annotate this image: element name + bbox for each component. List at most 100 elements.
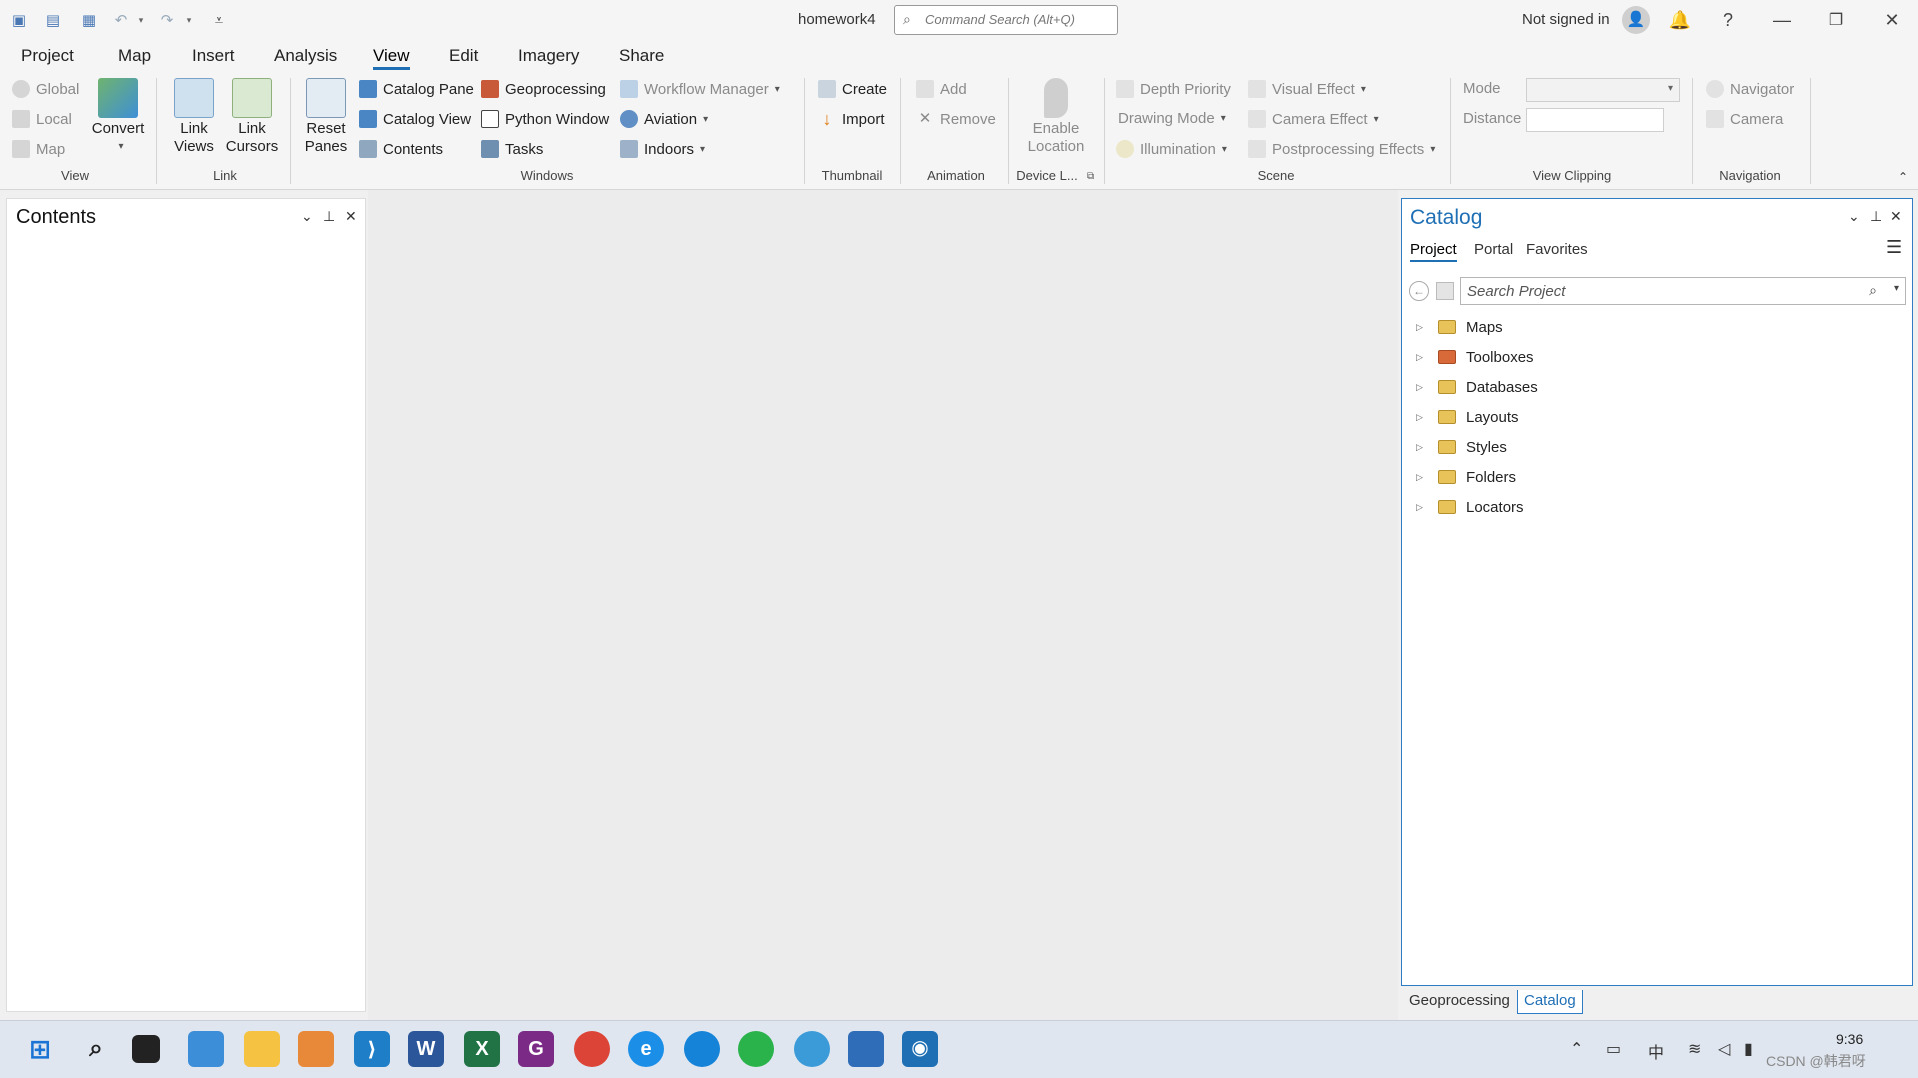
app-icon[interactable] xyxy=(298,1031,334,1067)
indoors-button[interactable]: Indoors ▾ xyxy=(620,140,705,158)
search-icon[interactable]: ⌕ xyxy=(78,1031,114,1067)
avatar[interactable]: 👤 xyxy=(1622,6,1650,34)
catalog-item-databases[interactable]: ▷ Databases xyxy=(1416,375,1538,399)
illumination-button[interactable]: Illumination ▾ xyxy=(1116,140,1227,158)
word-icon[interactable]: W xyxy=(408,1031,444,1067)
command-search-input[interactable]: ⌕ Command Search (Alt+Q) xyxy=(894,5,1118,35)
map-view-area[interactable] xyxy=(368,190,1398,1020)
close-icon[interactable]: ✕ xyxy=(345,208,357,225)
hamburger-menu-icon[interactable]: ☰ xyxy=(1886,237,1902,258)
collapse-ribbon-icon[interactable]: ⌃ xyxy=(1898,170,1908,184)
geoprocessing-button[interactable]: Geoprocessing xyxy=(481,80,606,98)
tab-map[interactable]: Map xyxy=(118,46,151,66)
tab-imagery[interactable]: Imagery xyxy=(518,46,579,66)
help-icon[interactable]: ? xyxy=(1710,4,1746,36)
pane-options-chevron-icon[interactable]: ⌄ xyxy=(301,208,313,225)
chat-app-icon[interactable] xyxy=(794,1031,830,1067)
pin-icon[interactable]: ⊥ xyxy=(1870,208,1882,225)
sign-in-status[interactable]: Not signed in xyxy=(1522,11,1610,28)
local-button[interactable]: Local xyxy=(12,110,72,128)
chrome-icon[interactable] xyxy=(574,1031,610,1067)
add-animation-button[interactable]: Add xyxy=(916,80,967,98)
catalog-item-folders[interactable]: ▷ Folders xyxy=(1416,465,1516,489)
tab-view[interactable]: View xyxy=(373,46,410,70)
redo-dropdown-icon[interactable]: ▾ xyxy=(178,9,200,31)
catalog-view-button[interactable]: Catalog View xyxy=(359,110,471,128)
notifications-bell-icon[interactable]: 🔔 xyxy=(1662,4,1698,36)
restore-button[interactable]: ❐ xyxy=(1818,4,1854,36)
tab-analysis[interactable]: Analysis xyxy=(274,46,337,66)
expand-arrow-icon[interactable]: ▷ xyxy=(1416,502,1430,513)
expand-arrow-icon[interactable]: ▷ xyxy=(1416,472,1430,483)
enable-location-button[interactable]: Enable Location xyxy=(1018,78,1094,156)
link-views-button[interactable]: Link Views xyxy=(166,78,222,156)
postprocessing-effects-button[interactable]: Postprocessing Effects ▾ xyxy=(1248,140,1435,158)
navigator-button[interactable]: Navigator xyxy=(1706,80,1794,98)
clock-time[interactable]: 9:36 xyxy=(1836,1031,1863,1047)
location-icon[interactable] xyxy=(1436,282,1454,300)
expand-arrow-icon[interactable]: ▷ xyxy=(1416,322,1430,333)
file-explorer-icon[interactable] xyxy=(244,1031,280,1067)
pane-tab-geoprocessing[interactable]: Geoprocessing xyxy=(1403,990,1516,1014)
catalog-item-layouts[interactable]: ▷ Layouts xyxy=(1416,405,1519,429)
chevron-up-icon[interactable]: ⌃ xyxy=(1570,1039,1583,1059)
expand-arrow-icon[interactable]: ▷ xyxy=(1416,412,1430,423)
tablet-icon[interactable]: ▭ xyxy=(1606,1039,1621,1059)
ie-icon[interactable]: e xyxy=(628,1031,664,1067)
visual-effect-button[interactable]: Visual Effect ▾ xyxy=(1248,80,1366,98)
pdf-icon[interactable]: G xyxy=(518,1031,554,1067)
camera-effect-button[interactable]: Camera Effect ▾ xyxy=(1248,110,1379,128)
pane-options-chevron-icon[interactable]: ⌄ xyxy=(1848,208,1860,225)
python-window-button[interactable]: Python Window xyxy=(481,110,609,128)
tab-edit[interactable]: Edit xyxy=(449,46,478,66)
camera-button[interactable]: Camera xyxy=(1706,110,1783,128)
undo-icon[interactable]: ↶ xyxy=(110,9,132,31)
expand-arrow-icon[interactable]: ▷ xyxy=(1416,442,1430,453)
start-windows-icon[interactable]: ⊞ xyxy=(22,1031,58,1067)
contents-button[interactable]: Contents xyxy=(359,140,443,158)
catalog-item-locators[interactable]: ▷ Locators xyxy=(1416,495,1524,519)
catalog-item-styles[interactable]: ▷ Styles xyxy=(1416,435,1507,459)
save-project-icon[interactable]: ▦ xyxy=(78,9,100,31)
new-project-icon[interactable]: ▣ xyxy=(8,9,30,31)
battery-icon[interactable]: ▮ xyxy=(1744,1039,1753,1059)
tab-project[interactable]: Project xyxy=(21,46,74,66)
speaker-muted-icon[interactable]: ◁ xyxy=(1718,1039,1730,1059)
tab-share[interactable]: Share xyxy=(619,46,664,66)
global-button[interactable]: Global xyxy=(12,80,79,98)
close-icon[interactable]: ✕ xyxy=(1890,208,1902,225)
catalog-tab-portal[interactable]: Portal xyxy=(1474,241,1513,258)
close-window-button[interactable]: ✕ xyxy=(1874,4,1910,36)
wifi-icon[interactable]: ≋ xyxy=(1688,1039,1701,1059)
task-view-icon[interactable] xyxy=(132,1035,160,1063)
convert-button[interactable]: Convert ▾ xyxy=(90,78,146,156)
minimize-button[interactable]: — xyxy=(1764,4,1800,36)
pane-tab-catalog[interactable]: Catalog xyxy=(1517,990,1583,1014)
expand-arrow-icon[interactable]: ▷ xyxy=(1416,352,1430,363)
depth-priority-button[interactable]: Depth Priority xyxy=(1116,80,1231,98)
tab-insert[interactable]: Insert xyxy=(192,46,235,66)
distance-spinner[interactable] xyxy=(1526,108,1664,132)
chevron-down-icon[interactable]: ▾ xyxy=(1894,283,1899,294)
back-arrow-icon[interactable]: ← xyxy=(1409,281,1429,301)
workflow-manager-button[interactable]: Workflow Manager ▾ xyxy=(620,80,780,98)
import-thumbnail-button[interactable]: ↓ Import xyxy=(818,110,885,128)
wechat-icon[interactable] xyxy=(738,1031,774,1067)
ime-indicator[interactable]: 中 xyxy=(1648,1039,1664,1063)
search-icon[interactable]: ⌕ xyxy=(1869,282,1877,299)
arcgis-pro-icon[interactable]: ◉ xyxy=(902,1031,938,1067)
reset-panes-button[interactable]: Reset Panes xyxy=(298,78,354,156)
vscode-icon[interactable]: ⟩ xyxy=(354,1031,390,1067)
create-thumbnail-button[interactable]: Create xyxy=(818,80,887,98)
excel-icon[interactable]: X xyxy=(464,1031,500,1067)
control-panel-icon[interactable] xyxy=(188,1031,224,1067)
edge-icon[interactable] xyxy=(684,1031,720,1067)
catalog-item-maps[interactable]: ▷ Maps xyxy=(1416,315,1503,339)
catalog-tab-project[interactable]: Project xyxy=(1410,241,1457,262)
expand-arrow-icon[interactable]: ▷ xyxy=(1416,382,1430,393)
remove-animation-button[interactable]: ✕ Remove xyxy=(916,110,996,128)
dialog-launcher-icon[interactable]: ⧉ xyxy=(1087,171,1094,182)
catalog-pane-button[interactable]: Catalog Pane xyxy=(359,80,474,98)
notepad-icon[interactable] xyxy=(848,1031,884,1067)
aviation-button[interactable]: Aviation ▾ xyxy=(620,110,708,128)
